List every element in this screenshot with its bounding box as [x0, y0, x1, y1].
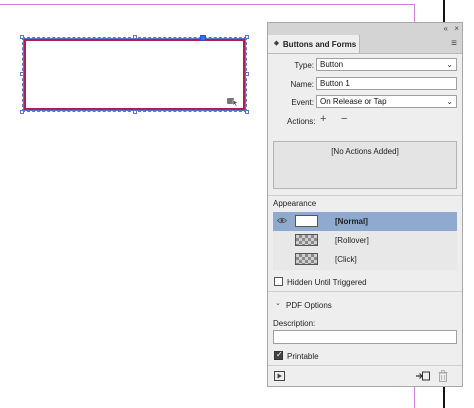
button-object[interactable]: [23, 38, 246, 111]
chevron-down-icon: ⌄: [446, 60, 453, 69]
panel-title-strip[interactable]: « ×: [268, 23, 462, 35]
event-select-value: On Release or Tap: [320, 97, 387, 106]
eye-icon[interactable]: [277, 217, 287, 224]
panel-menu-icon[interactable]: ≡: [451, 38, 457, 49]
close-panel-icon[interactable]: ×: [454, 24, 459, 33]
panel-footer: [268, 365, 462, 386]
buttons-and-forms-panel: « × ⬥ Buttons and Forms ≡ Type: Button ⌄…: [267, 22, 463, 387]
trash-icon[interactable]: [438, 370, 448, 382]
appearance-thumbnail: [295, 215, 318, 227]
resize-handle-bottom-left[interactable]: [20, 110, 24, 114]
type-select-value: Button: [320, 60, 344, 69]
panel-tab-bar: ⬥ Buttons and Forms ≡: [268, 35, 462, 54]
actions-list[interactable]: [No Actions Added]: [273, 141, 457, 189]
name-input[interactable]: Button 1: [316, 77, 457, 90]
hidden-until-triggered-label: Hidden Until Triggered: [287, 278, 367, 287]
appearance-row-click[interactable]: [Click]: [273, 250, 457, 269]
description-input[interactable]: [273, 330, 457, 344]
actions-label: Actions:: [287, 117, 316, 126]
convert-to-object-icon[interactable]: [416, 371, 430, 381]
resize-handle-middle-left[interactable]: [20, 72, 24, 76]
printable-label: Printable: [287, 352, 319, 361]
name-input-value: Button 1: [320, 79, 350, 88]
resize-handle-middle-right[interactable]: [245, 72, 249, 76]
hidden-until-triggered-checkbox[interactable]: [274, 277, 283, 286]
preview-icon[interactable]: [274, 371, 285, 381]
resize-handle-top-right[interactable]: [245, 35, 249, 39]
add-action-icon[interactable]: +: [320, 113, 326, 125]
tab-label: Buttons and Forms: [282, 39, 357, 49]
appearance-thumbnail: [295, 253, 318, 265]
event-label: Event:: [291, 98, 314, 107]
collapse-panel-icon[interactable]: «: [444, 24, 448, 33]
state-label: [Normal]: [335, 217, 368, 226]
checkmark-icon: ✓: [276, 350, 283, 359]
appearance-state-list: [Normal] [Rollover] [Click]: [273, 212, 457, 270]
chevron-down-icon: ⌄: [446, 97, 453, 106]
printable-checkbox[interactable]: ✓: [274, 350, 283, 360]
description-label: Description:: [273, 319, 316, 328]
type-select[interactable]: Button ⌄: [316, 58, 457, 71]
type-label: Type:: [294, 61, 314, 70]
resize-handle-bottom-middle[interactable]: [133, 110, 137, 114]
tab-buttons-and-forms[interactable]: ⬥ Buttons and Forms: [268, 35, 360, 53]
page-margin-guide-top: [0, 4, 414, 5]
appearance-title: Appearance: [273, 199, 317, 208]
appearance-thumbnail: [295, 234, 318, 246]
appearance-row-normal[interactable]: [Normal]: [273, 212, 457, 231]
resize-handle-top-middle[interactable]: [133, 35, 137, 39]
section-divider: [268, 195, 462, 196]
no-actions-message: [No Actions Added]: [331, 147, 399, 156]
pdf-options-toggle[interactable]: PDF Options: [286, 301, 332, 310]
state-label: [Click]: [335, 255, 357, 264]
interactive-button-icon: [227, 98, 239, 107]
appearance-row-rollover[interactable]: [Rollover]: [273, 231, 457, 250]
resize-handle-top-left[interactable]: [20, 35, 24, 39]
state-label: [Rollover]: [335, 236, 369, 245]
event-select[interactable]: On Release or Tap ⌄: [316, 95, 457, 108]
section-divider: [268, 291, 462, 292]
name-label: Name:: [290, 80, 314, 89]
content-grabber-handle[interactable]: [200, 35, 206, 41]
chevron-down-icon[interactable]: ⌄: [275, 299, 281, 307]
remove-action-icon[interactable]: −: [341, 113, 347, 125]
resize-handle-bottom-right[interactable]: [245, 110, 249, 114]
tab-expand-icon[interactable]: ⬥: [274, 40, 279, 48]
